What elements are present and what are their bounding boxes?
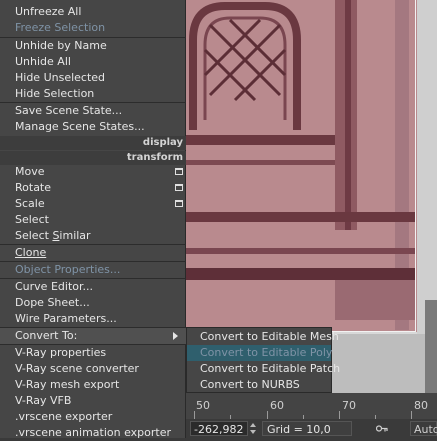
menu-item-unfreeze-all[interactable]: Unfreeze All bbox=[0, 4, 186, 20]
selection-bounding-frame bbox=[185, 0, 416, 332]
convert-to-submenu: Convert to Editable Mesh Convert to Edit… bbox=[186, 327, 340, 393]
menu-item-vray-vfb[interactable]: V-Ray VFB bbox=[0, 393, 186, 409]
menu-item-object-properties[interactable]: Object Properties... bbox=[0, 262, 186, 278]
menu-item-curve-editor[interactable]: Curve Editor... bbox=[0, 279, 186, 295]
key-icon[interactable] bbox=[376, 423, 388, 434]
status-bar: -262,982 Grid = 10,0 Auto bbox=[186, 419, 437, 438]
timeline-tick-label: 50 bbox=[196, 399, 210, 412]
spinner-up-icon[interactable] bbox=[250, 423, 256, 427]
menu-item-vray-mesh-export[interactable]: V-Ray mesh export bbox=[0, 377, 186, 393]
menu-item-hide-selection[interactable]: Hide Selection bbox=[0, 86, 186, 102]
menu-item-select-similar[interactable]: Select Similar bbox=[0, 228, 186, 244]
menu-item-vrscene-animation-exporter[interactable]: .vrscene animation exporter bbox=[0, 425, 186, 441]
menu-item-rotate[interactable]: Rotate bbox=[0, 180, 186, 196]
section-header-display: display bbox=[0, 136, 186, 150]
menu-item-label: Scale bbox=[15, 197, 45, 210]
submenu-item-editable-patch[interactable]: Convert to Editable Patch bbox=[187, 361, 340, 377]
menu-item-unhide-all[interactable]: Unhide All bbox=[0, 54, 186, 70]
menu-item-move[interactable]: Move bbox=[0, 164, 186, 180]
menu-item-save-scene-state[interactable]: Save Scene State... bbox=[0, 103, 186, 119]
timeline-tick bbox=[339, 411, 340, 419]
menu-item-dope-sheet[interactable]: Dope Sheet... bbox=[0, 295, 186, 311]
submenu-item-editable-poly[interactable]: Convert to Editable Poly bbox=[187, 345, 332, 361]
window-box-icon[interactable] bbox=[175, 200, 183, 207]
timeline-ruler[interactable]: 50 60 70 80 bbox=[186, 393, 437, 419]
menu-item-unhide-by-name[interactable]: Unhide by Name bbox=[0, 38, 186, 54]
menu-item-wire-parameters[interactable]: Wire Parameters... bbox=[0, 311, 186, 327]
menu-item-freeze-selection[interactable]: Freeze Selection bbox=[0, 20, 186, 36]
timeline-tick-label: 80 bbox=[414, 399, 428, 412]
menu-item-vrscene-exporter[interactable]: .vrscene exporter bbox=[0, 409, 186, 425]
menu-item-vray-scene-converter[interactable]: V-Ray scene converter bbox=[0, 361, 186, 377]
menu-item-label: Rotate bbox=[15, 181, 52, 194]
menu-item-label: Select bbox=[15, 229, 53, 242]
timeline-tick bbox=[267, 411, 268, 419]
menu-item-label: imilar bbox=[59, 229, 91, 242]
submenu-item-editable-mesh[interactable]: Convert to Editable Mesh bbox=[187, 329, 339, 345]
auto-key-button[interactable]: Auto bbox=[410, 421, 437, 436]
quad-menu: Unfreeze All Freeze Selection Unhide by … bbox=[0, 0, 186, 441]
submenu-item-nurbs[interactable]: Convert to NURBS bbox=[187, 377, 331, 393]
timeline-tick bbox=[411, 411, 412, 419]
timeline-tick-label: 60 bbox=[270, 399, 284, 412]
coordinate-field[interactable]: -262,982 bbox=[190, 421, 248, 436]
menu-item-vray-properties[interactable]: V-Ray properties bbox=[0, 345, 186, 361]
menu-item-select[interactable]: Select bbox=[0, 212, 186, 228]
window-box-icon[interactable] bbox=[175, 184, 183, 191]
menu-item-label: Convert To: bbox=[15, 329, 78, 342]
arrow-right-icon bbox=[173, 332, 178, 340]
spinner-icon[interactable] bbox=[250, 422, 258, 435]
window-box-icon[interactable] bbox=[175, 168, 183, 175]
menu-item-convert-to[interactable]: Convert To: bbox=[0, 328, 186, 344]
menu-item-label: Move bbox=[15, 165, 45, 178]
spinner-down-icon[interactable] bbox=[250, 430, 256, 434]
section-header-transform: transform bbox=[0, 151, 186, 165]
grid-size-display: Grid = 10,0 bbox=[262, 421, 352, 436]
menu-item-scale[interactable]: Scale bbox=[0, 196, 186, 212]
timeline-tick-label: 70 bbox=[342, 399, 356, 412]
menu-item-hide-unselected[interactable]: Hide Unselected bbox=[0, 70, 186, 86]
menu-item-clone[interactable]: Clone bbox=[0, 245, 186, 261]
menu-item-manage-scene-states[interactable]: Manage Scene States... bbox=[0, 119, 186, 135]
timeline-tick bbox=[194, 411, 195, 419]
